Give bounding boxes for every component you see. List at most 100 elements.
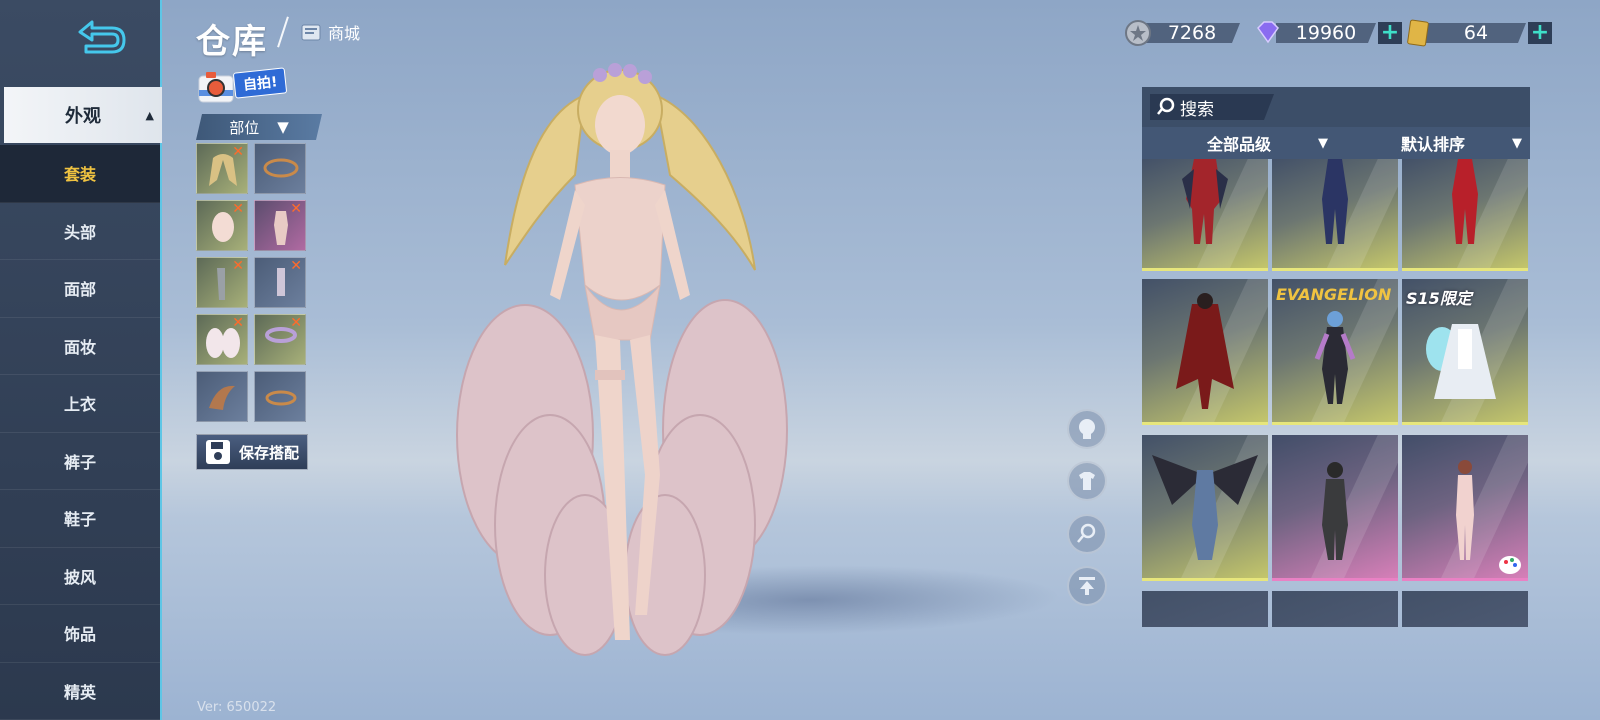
diamond-icon [1257, 21, 1279, 44]
currency-silver: 7268 [1124, 20, 1240, 46]
back-arrow-icon [78, 20, 126, 54]
shop-icon [301, 24, 321, 41]
outfit-item-red-dress[interactable] [1142, 159, 1268, 271]
parts-filter-label: 部位 [229, 118, 260, 137]
outfit-item-navy-suit[interactable] [1272, 159, 1398, 271]
outfit-item-evangelion[interactable]: EVANGELION [1272, 279, 1398, 425]
remove-icon[interactable]: ✕ [232, 201, 244, 217]
mask-icon [263, 158, 299, 178]
add-diamond-button[interactable]: + [1378, 22, 1402, 44]
outfit-figure [1426, 324, 1496, 399]
sidebar-item-top[interactable]: 上衣 [0, 375, 160, 433]
part-slot-cape[interactable]: ✕ [196, 314, 248, 365]
outfit-item-black-uniform[interactable] [1272, 435, 1398, 581]
part-slot-glove[interactable]: ✕ [254, 257, 306, 308]
currency-ticket: 64 + [1406, 19, 1552, 47]
scroll-top-button[interactable] [1067, 566, 1107, 606]
part-slot-outfit[interactable]: ✕ [254, 200, 306, 251]
part-slot-ring[interactable] [254, 371, 306, 422]
outfit-item-row4-3[interactable] [1402, 591, 1528, 627]
remove-icon[interactable]: ✕ [290, 258, 302, 274]
outfit-figure [1314, 311, 1356, 404]
add-ticket-button[interactable]: + [1528, 22, 1552, 44]
outfit-item-winged-armor[interactable] [1142, 435, 1268, 581]
outfit-item-row4-1[interactable] [1142, 591, 1268, 627]
chevron-down-icon: ▼ [1512, 135, 1522, 151]
sidebar-item-elite[interactable]: 精英 [0, 663, 160, 720]
chevron-down-icon: ▼ [1318, 135, 1328, 151]
shop-link[interactable]: 商城 [300, 20, 360, 44]
sidebar-item-accessory[interactable]: 饰品 [0, 605, 160, 663]
sidebar-item-cape[interactable]: 披风 [0, 548, 160, 605]
outfit-figure [1182, 159, 1228, 244]
sidebar-item-face[interactable]: 面部 [0, 260, 160, 318]
search-bar[interactable]: 搜索 [1142, 87, 1530, 127]
part-slot-mask[interactable] [254, 143, 306, 194]
outfit-item-dark-lord[interactable] [1142, 279, 1268, 425]
search-placeholder: 搜索 [1180, 99, 1214, 120]
sort-label: 默认排序 [1400, 135, 1465, 154]
outfit-figure [1322, 159, 1348, 244]
quality-filter-dropdown[interactable]: 全部品级 ▼ [1142, 127, 1336, 159]
back-button[interactable] [72, 18, 128, 60]
save-outfit-button[interactable]: 保存搭配 [196, 434, 308, 470]
gender-switch-button[interactable] [1067, 514, 1107, 554]
remove-icon[interactable]: ✕ [290, 201, 302, 217]
version-label: Ver: 650022 [197, 700, 277, 715]
category-label: 外观 [65, 106, 101, 127]
outfit-item-pink-swimsuit[interactable] [1402, 435, 1528, 581]
sort-dropdown[interactable]: 默认排序 ▼ [1336, 127, 1530, 159]
sidebar-list: 套装 头部 面部 面妆 上衣 裤子 鞋子 披风 饰品 精英 [0, 145, 160, 720]
arrow-up-icon [1079, 577, 1095, 595]
ticket-icon [1407, 19, 1429, 47]
remove-icon[interactable]: ✕ [232, 315, 244, 331]
part-slot-wings[interactable] [196, 371, 248, 422]
part-slot-legwear[interactable]: ✕ [196, 257, 248, 308]
sidebar-item-suit[interactable]: 套装 [0, 145, 160, 203]
outfit-figure [1176, 293, 1234, 409]
parts-grid: ✕ ✕ ✕ ✕ ✕ ✕ ✕ [196, 143, 310, 422]
remove-icon[interactable]: ✕ [232, 258, 244, 274]
parts-filter-dropdown[interactable]: 部位 ▼ [196, 114, 322, 140]
outfit-item-row4-2[interactable] [1272, 591, 1398, 627]
search-icon [1156, 97, 1176, 117]
sidebar-item-pants[interactable]: 裤子 [0, 433, 160, 490]
currency-diamond: 19960 + [1254, 21, 1402, 44]
part-slot-accessory[interactable]: ✕ [254, 314, 306, 365]
category-appearance[interactable]: 外观 ▲ [4, 87, 162, 143]
part-slot-face[interactable]: ✕ [196, 200, 248, 251]
selfie-label: 自拍! [232, 67, 288, 99]
save-icon [206, 440, 230, 464]
part-slot-hair[interactable]: ✕ [196, 143, 248, 194]
selfie-button[interactable]: 自拍! [198, 67, 290, 106]
camera-icon [198, 72, 234, 103]
head-icon [1079, 419, 1095, 439]
shirt-icon [1079, 472, 1095, 490]
silver-coin-icon [1125, 20, 1151, 46]
remove-icon[interactable]: ✕ [290, 315, 302, 331]
ticket-amount: 64 [1426, 23, 1526, 43]
character-model[interactable] [455, 55, 795, 675]
sidebar: 外观 ▲ 套装 头部 面部 面妆 上衣 裤子 鞋子 披风 饰品 精英 [0, 0, 162, 720]
female-icon [1077, 523, 1096, 543]
sidebar-item-makeup[interactable]: 面妆 [0, 318, 160, 375]
outfit-figure [1322, 462, 1348, 560]
diamond-amount: 19960 [1276, 23, 1376, 43]
palette-icon[interactable] [1498, 553, 1524, 575]
outfit-item-s15-limited[interactable]: S15限定 [1402, 279, 1528, 425]
sidebar-item-shoes[interactable]: 鞋子 [0, 490, 160, 548]
silver-amount: 7268 [1144, 23, 1240, 43]
search-input[interactable]: 搜索 [1150, 94, 1274, 120]
head-view-button[interactable] [1067, 409, 1107, 449]
filter-bar: 全部品级 ▼ 默认排序 ▼ [1142, 127, 1530, 159]
page-title: 仓库 [196, 22, 268, 62]
quality-filter-label: 全部品级 [1206, 135, 1271, 154]
sidebar-item-head[interactable]: 头部 [0, 203, 160, 260]
clothing-toggle-button[interactable] [1067, 461, 1107, 501]
outfit-grid: EVANGELION S15限定 [1142, 159, 1530, 627]
outfit-figure [1152, 455, 1258, 560]
outfit-item-red-bodysuit[interactable] [1402, 159, 1528, 271]
outfit-figure [1452, 159, 1478, 244]
remove-icon[interactable]: ✕ [232, 144, 244, 160]
caret-up-icon: ▲ [145, 109, 154, 122]
